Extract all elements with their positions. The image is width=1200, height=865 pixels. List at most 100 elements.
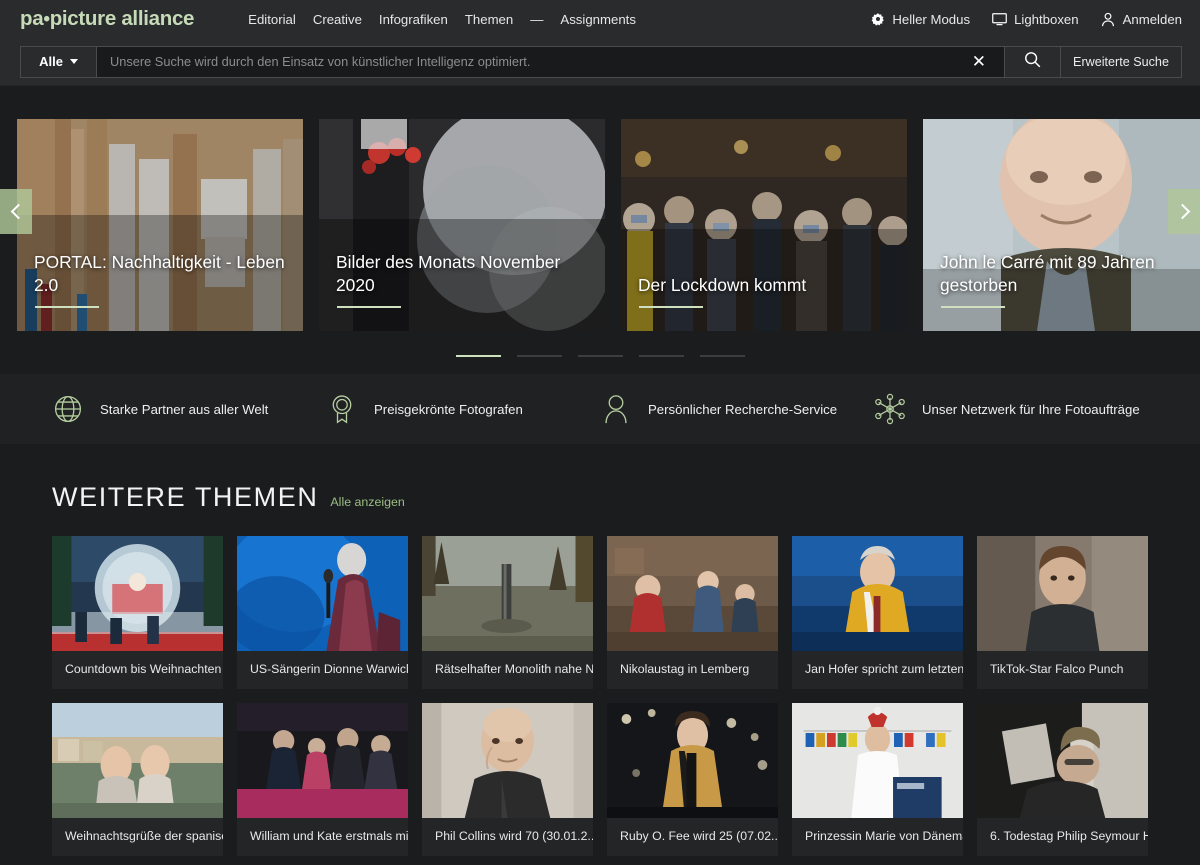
hero-slide-rule bbox=[941, 306, 1005, 308]
carousel-prev-button[interactable] bbox=[0, 189, 32, 234]
hero-slide[interactable]: PORTAL: Nachhaltigkeit - Leben 2.0 bbox=[17, 119, 303, 331]
chevron-right-icon bbox=[1174, 204, 1190, 220]
hero-slide-caption: John le Carré mit 89 Jahren gestorben bbox=[940, 251, 1191, 297]
carousel-pagination bbox=[0, 355, 1200, 357]
hero-track: PORTAL: Nachhaltigkeit - Leben 2.0 bbox=[17, 119, 1200, 331]
carousel-dot[interactable] bbox=[456, 355, 501, 357]
light-mode-toggle[interactable]: Heller Modus bbox=[870, 12, 970, 27]
hero-image bbox=[923, 119, 1200, 331]
hero-slide-rule bbox=[35, 306, 99, 308]
section-title: WEITERE THEMEN bbox=[52, 482, 318, 513]
theme-thumbnail bbox=[422, 536, 593, 651]
search-icon bbox=[1024, 51, 1041, 73]
login-label: Anmelden bbox=[1123, 12, 1182, 27]
theme-tile[interactable]: Nikolaustag in Lemberg bbox=[607, 536, 778, 689]
theme-tile[interactable]: Weihnachtsgrüße der spanisc... bbox=[52, 703, 223, 856]
hero-image bbox=[17, 119, 303, 331]
hero-slide-caption: PORTAL: Nachhaltigkeit - Leben 2.0 bbox=[34, 251, 285, 297]
hero-slide-caption: Der Lockdown kommt bbox=[638, 274, 889, 297]
theme-thumbnail bbox=[52, 536, 223, 651]
hero-slide-rule bbox=[639, 306, 703, 308]
theme-thumbnail bbox=[792, 703, 963, 818]
sun-icon bbox=[870, 12, 885, 27]
chevron-down-icon bbox=[70, 59, 78, 64]
themes-grid: Countdown bis Weihnachten US-Sängerin Di… bbox=[52, 536, 1148, 856]
theme-caption: Prinzessin Marie von Dänema... bbox=[792, 818, 963, 856]
theme-caption: Nikolaustag in Lemberg bbox=[607, 651, 778, 689]
feature-item-research: Persönlicher Recherche-Service bbox=[600, 393, 874, 425]
carousel-next-button[interactable] bbox=[1168, 189, 1200, 234]
light-mode-label: Heller Modus bbox=[892, 12, 970, 27]
theme-caption: Weihnachtsgrüße der spanisc... bbox=[52, 818, 223, 856]
theme-thumbnail bbox=[422, 703, 593, 818]
nav-item-creative[interactable]: Creative bbox=[313, 12, 362, 27]
theme-thumbnail bbox=[52, 703, 223, 818]
carousel-dot[interactable] bbox=[639, 355, 684, 357]
theme-tile[interactable]: 6. Todestag Philip Seymour H... bbox=[977, 703, 1148, 856]
search-input[interactable] bbox=[110, 54, 964, 69]
carousel-dot[interactable] bbox=[578, 355, 623, 357]
theme-tile[interactable]: Countdown bis Weihnachten bbox=[52, 536, 223, 689]
feature-label: Preisgekrönte Fotografen bbox=[374, 402, 523, 417]
theme-tile[interactable]: Jan Hofer spricht zum letzten ... bbox=[792, 536, 963, 689]
globe-icon bbox=[52, 393, 84, 425]
lightbox-icon bbox=[992, 12, 1007, 27]
feature-label: Unser Netzwerk für Ihre Fotoaufträge bbox=[922, 402, 1140, 417]
network-icon bbox=[874, 393, 906, 425]
theme-thumbnail bbox=[607, 703, 778, 818]
theme-tile[interactable]: William und Kate erstmals mit ... bbox=[237, 703, 408, 856]
logo-rest: picture alliance bbox=[50, 7, 194, 30]
features-bar: Starke Partner aus aller Welt Preisgekrö… bbox=[0, 374, 1200, 444]
theme-tile[interactable]: Rätselhafter Monolith nahe N... bbox=[422, 536, 593, 689]
clear-search-icon[interactable]: ✕ bbox=[964, 53, 994, 70]
user-icon bbox=[1101, 12, 1116, 27]
theme-tile[interactable]: US-Sängerin Dionne Warwick... bbox=[237, 536, 408, 689]
carousel-dot[interactable] bbox=[517, 355, 562, 357]
hero-image bbox=[621, 119, 907, 331]
theme-caption: TikTok-Star Falco Punch bbox=[977, 651, 1148, 689]
search-submit-button[interactable] bbox=[1004, 47, 1060, 77]
search-bar: Alle ✕ Erweiterte Suche bbox=[0, 38, 1200, 86]
main-navigation: Editorial Creative Infografiken Themen —… bbox=[248, 12, 636, 27]
nav-item-infografiken[interactable]: Infografiken bbox=[379, 12, 448, 27]
lightboxes-label: Lightboxen bbox=[1014, 12, 1079, 27]
search-input-container: ✕ bbox=[97, 47, 1004, 77]
login-button[interactable]: Anmelden bbox=[1101, 12, 1182, 27]
theme-thumbnail bbox=[237, 703, 408, 818]
theme-caption: US-Sängerin Dionne Warwick... bbox=[237, 651, 408, 689]
theme-thumbnail bbox=[977, 536, 1148, 651]
site-logo[interactable]: pa•picture alliance bbox=[20, 7, 194, 31]
hero-slide[interactable]: John le Carré mit 89 Jahren gestorben bbox=[923, 119, 1200, 331]
nav-item-assignments[interactable]: Assignments bbox=[560, 12, 636, 27]
theme-tile[interactable]: Prinzessin Marie von Dänema... bbox=[792, 703, 963, 856]
theme-thumbnail bbox=[607, 536, 778, 651]
chevron-left-icon bbox=[10, 204, 26, 220]
theme-thumbnail bbox=[977, 703, 1148, 818]
advanced-search-button[interactable]: Erweiterte Suche bbox=[1060, 47, 1181, 77]
nav-separator: — bbox=[530, 12, 543, 27]
search-wrapper: Alle ✕ Erweiterte Suche bbox=[20, 46, 1182, 78]
feature-label: Persönlicher Recherche-Service bbox=[648, 402, 837, 417]
feature-item-photographers: Preisgekrönte Fotografen bbox=[326, 393, 600, 425]
lightboxes-button[interactable]: Lightboxen bbox=[992, 12, 1079, 27]
feature-label: Starke Partner aus aller Welt bbox=[100, 402, 268, 417]
hero-slide[interactable]: Bilder des Monats November 2020 bbox=[319, 119, 605, 331]
hero-image bbox=[319, 119, 605, 331]
hero-slide-caption: Bilder des Monats November 2020 bbox=[336, 251, 587, 297]
search-category-select[interactable]: Alle bbox=[21, 47, 97, 77]
carousel-dot[interactable] bbox=[700, 355, 745, 357]
hero-slide[interactable]: Der Lockdown kommt bbox=[621, 119, 907, 331]
theme-thumbnail bbox=[237, 536, 408, 651]
show-all-link[interactable]: Alle anzeigen bbox=[330, 495, 404, 509]
award-ribbon-icon bbox=[326, 393, 358, 425]
nav-item-editorial[interactable]: Editorial bbox=[248, 12, 296, 27]
feature-item-network: Unser Netzwerk für Ihre Fotoaufträge bbox=[874, 393, 1148, 425]
nav-item-themen[interactable]: Themen bbox=[465, 12, 513, 27]
header-utility-nav: Heller Modus Lightboxen Anmelden bbox=[870, 12, 1182, 27]
theme-tile[interactable]: TikTok-Star Falco Punch bbox=[977, 536, 1148, 689]
theme-caption: Ruby O. Fee wird 25 (07.02.... bbox=[607, 818, 778, 856]
theme-tile[interactable]: Phil Collins wird 70 (30.01.2... bbox=[422, 703, 593, 856]
logo-pa: pa bbox=[20, 7, 43, 30]
theme-tile[interactable]: Ruby O. Fee wird 25 (07.02.... bbox=[607, 703, 778, 856]
theme-caption: Rätselhafter Monolith nahe N... bbox=[422, 651, 593, 689]
